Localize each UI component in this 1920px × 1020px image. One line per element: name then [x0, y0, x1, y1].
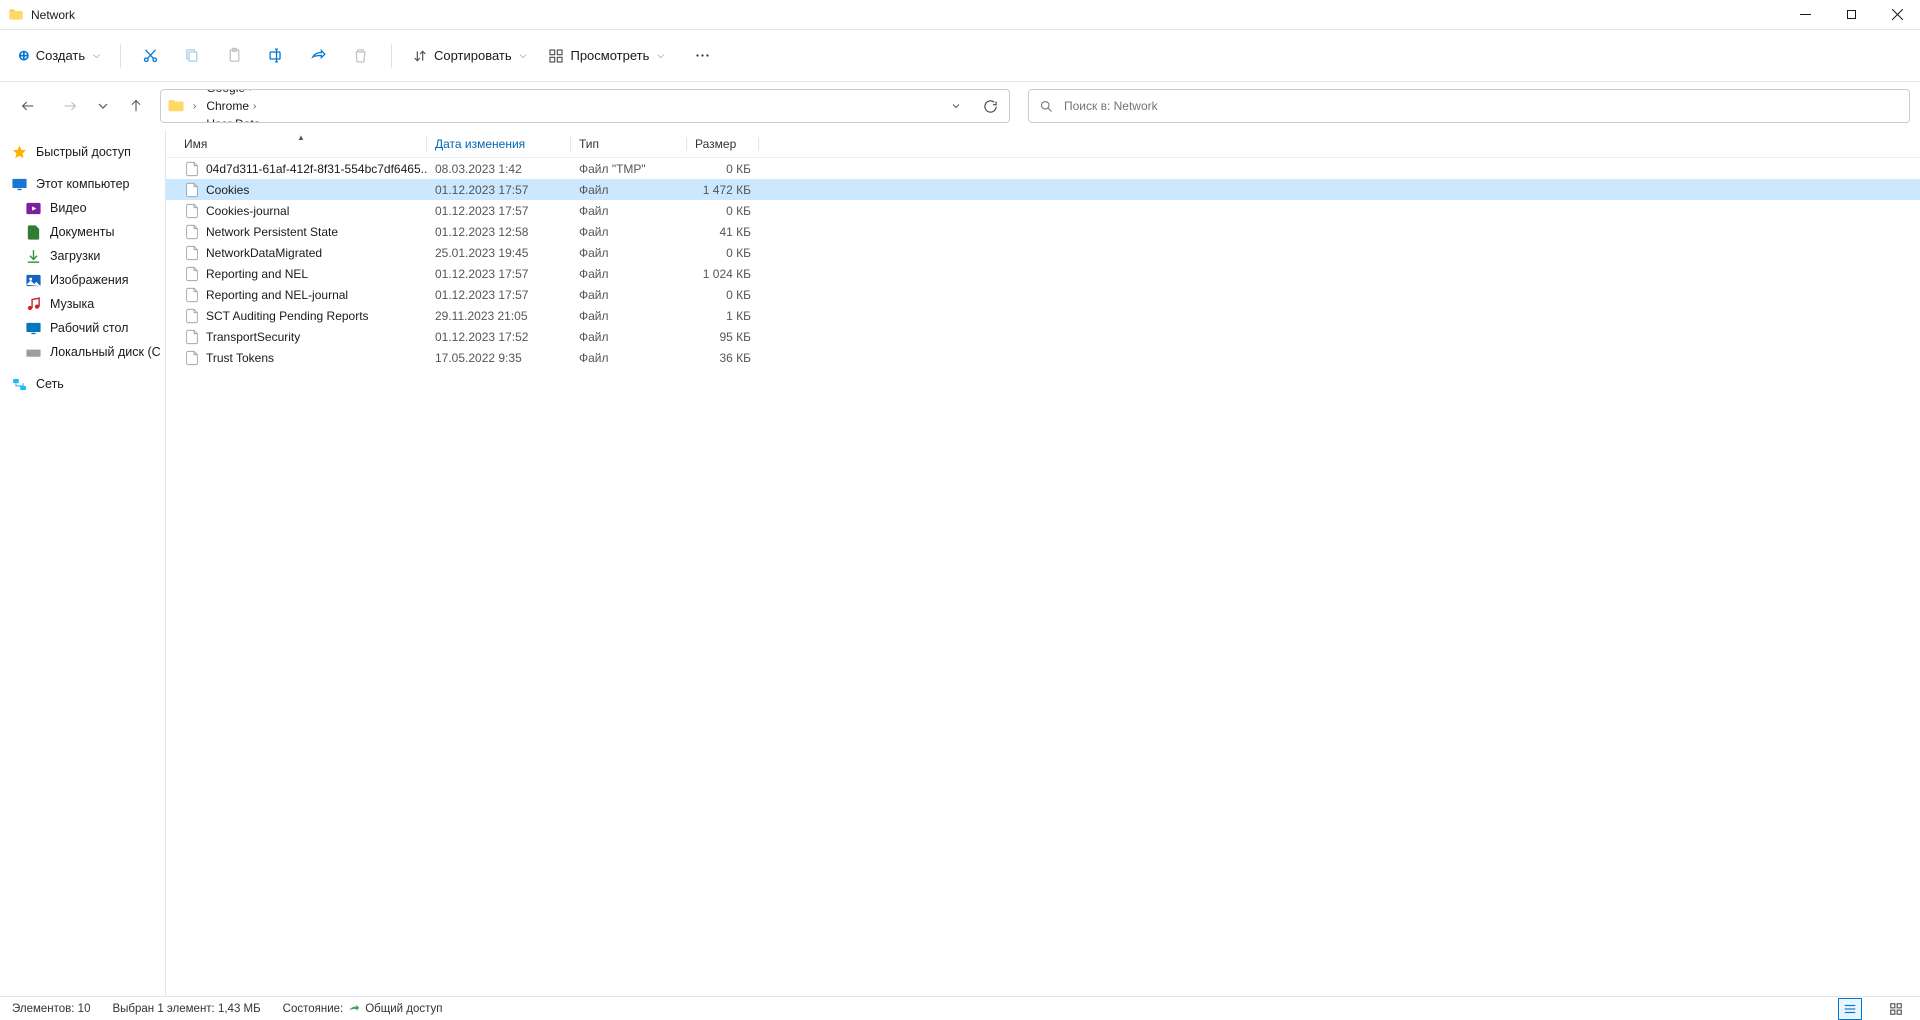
close-button[interactable] [1874, 0, 1920, 30]
sidebar-item-icon [24, 199, 42, 217]
rename-button[interactable] [257, 38, 297, 74]
sidebar-item-icon [24, 319, 42, 337]
forward-button[interactable] [52, 88, 88, 124]
toolbar: ⊕ Создать ⌵ Сортировать ⌵ Просмотреть ⌵ [0, 30, 1920, 82]
status-count: Элементов: 10 [12, 1003, 90, 1015]
status-bar: Элементов: 10 Выбран 1 элемент: 1,43 МБ … [0, 996, 1920, 1020]
monitor-icon [10, 175, 28, 193]
chevron-down-icon: ⌵ [657, 50, 664, 61]
chevron-down-icon: ⌵ [520, 50, 527, 61]
sidebar-item-icon [24, 223, 42, 241]
file-row[interactable]: 04d7d311-61af-412f-8f31-554bc7df6465... … [166, 158, 1920, 179]
file-icon [184, 266, 200, 282]
share-button[interactable] [299, 38, 339, 74]
column-size[interactable]: Размер [687, 137, 759, 151]
search-icon [1039, 99, 1054, 114]
window-title: Network [31, 8, 75, 22]
more-button[interactable] [682, 38, 722, 74]
sidebar-quick-access[interactable]: Быстрый доступ [0, 140, 165, 164]
folder-icon [167, 97, 185, 115]
view-icon [548, 48, 564, 64]
sort-asc-icon: ▲ [297, 133, 305, 142]
up-button[interactable] [118, 88, 154, 124]
search-input[interactable] [1064, 99, 1899, 113]
delete-button[interactable] [341, 38, 381, 74]
chevron-right-icon: › [249, 89, 252, 94]
sidebar-item[interactable]: Музыка [0, 292, 165, 316]
sidebar-this-pc[interactable]: Этот компьютер [0, 172, 165, 196]
sidebar-item[interactable]: Видео [0, 196, 165, 220]
recent-button[interactable] [94, 88, 112, 124]
file-icon [184, 245, 200, 261]
file-icon [184, 224, 200, 240]
file-icon [184, 350, 200, 366]
chevron-right-icon: › [264, 119, 267, 124]
sidebar-item[interactable]: Рабочий стол [0, 316, 165, 340]
refresh-button[interactable] [975, 91, 1005, 121]
file-icon [184, 308, 200, 324]
shared-icon [347, 1002, 361, 1016]
sidebar-item-icon [24, 247, 42, 265]
file-icon [184, 329, 200, 345]
column-date[interactable]: Дата изменения [427, 137, 571, 151]
address-history-button[interactable] [941, 91, 971, 121]
chevron-down-icon: ⌵ [93, 50, 100, 61]
status-selected: Выбран 1 элемент: 1,43 МБ [112, 1003, 260, 1015]
file-row[interactable]: Cookies-journal 01.12.2023 17:57 Файл 0 … [166, 200, 1920, 221]
view-large-icons-button[interactable] [1884, 998, 1908, 1020]
view-button[interactable]: Просмотреть ⌵ [538, 42, 674, 70]
sidebar: Быстрый доступ Этот компьютер ВидеоДокум… [0, 130, 166, 996]
search-box[interactable] [1028, 89, 1910, 123]
file-icon [184, 161, 200, 177]
address-bar[interactable]: › AppData›Local›Google›Chrome›User Data›… [160, 89, 1010, 123]
column-type[interactable]: Тип [571, 137, 687, 151]
breadcrumb-item[interactable]: Google› [202, 89, 271, 97]
sidebar-item-icon [24, 271, 42, 289]
file-icon [184, 287, 200, 303]
sidebar-item[interactable]: Документы [0, 220, 165, 244]
folder-icon [8, 7, 24, 23]
sidebar-item[interactable]: Загрузки [0, 244, 165, 268]
file-row[interactable]: Reporting and NEL-journal 01.12.2023 17:… [166, 284, 1920, 305]
plus-icon: ⊕ [18, 47, 30, 64]
sort-button[interactable]: Сортировать ⌵ [402, 42, 537, 70]
sidebar-item-icon [24, 295, 42, 313]
file-row[interactable]: Trust Tokens 17.05.2022 9:35 Файл 36 КБ [166, 347, 1920, 368]
maximize-button[interactable] [1828, 0, 1874, 30]
star-icon [10, 143, 28, 161]
cut-button[interactable] [131, 38, 171, 74]
file-list: Имя ▲ Дата изменения Тип Размер 04d7d311… [166, 130, 1920, 996]
view-details-button[interactable] [1838, 998, 1862, 1020]
copy-button[interactable] [173, 38, 213, 74]
sort-icon [412, 48, 428, 64]
back-button[interactable] [10, 88, 46, 124]
file-row[interactable]: TransportSecurity 01.12.2023 17:52 Файл … [166, 326, 1920, 347]
network-icon [10, 375, 28, 393]
sidebar-item[interactable]: Локальный диск (C [0, 340, 165, 364]
file-icon [184, 203, 200, 219]
chevron-right-icon: › [253, 101, 256, 112]
separator [391, 44, 392, 68]
file-row[interactable]: Cookies 01.12.2023 17:57 Файл 1 472 КБ [166, 179, 1920, 200]
file-row[interactable]: NetworkDataMigrated 25.01.2023 19:45 Фай… [166, 242, 1920, 263]
status-state: Состояние: Общий доступ [283, 1002, 443, 1016]
file-row[interactable]: Reporting and NEL 01.12.2023 17:57 Файл … [166, 263, 1920, 284]
sidebar-item-icon [24, 343, 42, 361]
column-headers: Имя ▲ Дата изменения Тип Размер [166, 130, 1920, 158]
titlebar: Network [0, 0, 1920, 30]
separator [120, 44, 121, 68]
column-name[interactable]: Имя ▲ [176, 137, 427, 151]
breadcrumb-item[interactable]: Chrome› [202, 97, 271, 115]
minimize-button[interactable] [1782, 0, 1828, 30]
navbar: › AppData›Local›Google›Chrome›User Data›… [0, 82, 1920, 130]
paste-button[interactable] [215, 38, 255, 74]
sidebar-item[interactable]: Изображения [0, 268, 165, 292]
new-button[interactable]: ⊕ Создать ⌵ [8, 41, 110, 70]
breadcrumb-item[interactable]: User Data› [202, 115, 271, 123]
breadcrumb-root-chevron[interactable]: › [189, 99, 200, 114]
file-row[interactable]: SCT Auditing Pending Reports 29.11.2023 … [166, 305, 1920, 326]
sidebar-network[interactable]: Сеть [0, 372, 165, 396]
file-row[interactable]: Network Persistent State 01.12.2023 12:5… [166, 221, 1920, 242]
file-icon [184, 182, 200, 198]
